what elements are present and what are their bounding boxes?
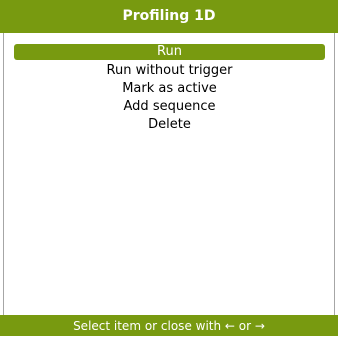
title-bar: Profiling 1D <box>0 0 338 33</box>
menu-item-label: Delete <box>148 117 191 132</box>
footer-bar: Select item or close with ← or → <box>0 315 338 336</box>
menu-item-delete[interactable]: Delete <box>14 116 325 134</box>
menu-item-label: Run without trigger <box>106 63 233 78</box>
menu-item-run-without-trigger[interactable]: Run without trigger <box>14 62 325 80</box>
footer-hint: Select item or close with ← or → <box>73 319 265 333</box>
dialog-title: Profiling 1D <box>122 8 216 24</box>
menu-item-label: Run <box>157 44 182 59</box>
action-menu: Run Run without trigger Mark as active A… <box>14 44 325 134</box>
menu-item-label: Mark as active <box>122 81 217 96</box>
menu-item-run[interactable]: Run <box>14 44 325 60</box>
menu-panel: Run Run without trigger Mark as active A… <box>3 33 335 315</box>
menu-item-add-sequence[interactable]: Add sequence <box>14 98 325 116</box>
menu-item-mark-as-active[interactable]: Mark as active <box>14 80 325 98</box>
menu-item-label: Add sequence <box>123 99 216 114</box>
